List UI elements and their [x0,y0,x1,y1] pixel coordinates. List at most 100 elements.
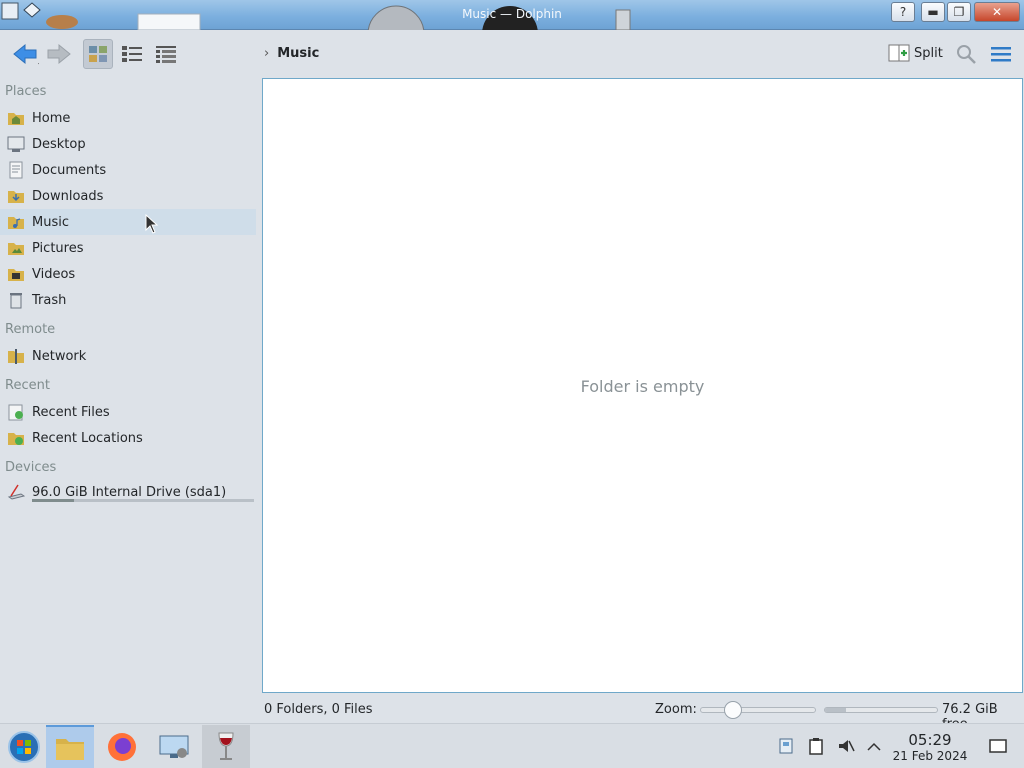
zoom-label: Zoom: [655,702,697,717]
sidebar-item-pictures[interactable]: Pictures [0,235,256,261]
folder-summary: 0 Folders, 0 Files [264,702,373,717]
documents-folder-icon [9,161,23,179]
zoom-slider-handle[interactable] [723,701,742,719]
section-devices: Devices [5,460,57,475]
sidebar-item-label: Pictures [32,240,84,256]
help-button[interactable]: ? [891,2,915,22]
expand-tray-icon [867,742,881,751]
split-view-icon [888,44,910,62]
taskbar: 05:29 21 Feb 2024 [0,723,1024,768]
free-space-fill [825,708,847,712]
close-button[interactable]: ✕ [974,2,1020,22]
details-view-button[interactable] [151,39,181,69]
tray-volume[interactable] [836,736,856,756]
section-places: Places [5,84,47,99]
trash-icon [10,293,22,309]
icons-view-icon [89,46,107,62]
sidebar-item-desktop[interactable]: Desktop [0,131,256,157]
close-icon: ✕ [991,5,1003,19]
sidebar-item-label: Recent Locations [32,430,143,446]
window-title: Music — Dolphin [462,7,562,21]
arrow-right-icon [47,43,71,65]
home-folder-icon [8,113,24,125]
chevron-right-icon: › [264,46,270,61]
split-button[interactable]: Split [888,43,943,63]
breadcrumb-current[interactable]: Music [277,46,319,61]
sidebar-item-label: Network [32,348,87,364]
sidebar-item-home[interactable]: Home [0,105,256,131]
section-remote: Remote [5,322,56,337]
recent-locations-icon [8,433,24,445]
taskbar-system-settings[interactable] [150,725,198,768]
sidebar-item-downloads[interactable]: Downloads [0,183,256,209]
sidebar-item-label: Music [32,214,69,230]
main-menu-button[interactable] [987,39,1015,69]
icons-view-button[interactable] [83,39,113,69]
show-desktop-button[interactable] [988,736,1008,756]
tray-expand[interactable] [864,736,884,756]
compact-view-button[interactable] [117,39,147,69]
sidebar-item-videos[interactable]: Videos [0,261,256,287]
pictures-folder-icon [8,243,24,255]
sidebar-item-label: Documents [32,162,107,178]
sidebar-item-label: 96.0 GiB Internal Drive (sda1) [32,484,227,500]
compact-view-icon [122,46,142,62]
minimize-icon: ▬ [927,5,939,19]
drive-usage-fill [32,499,75,502]
file-view[interactable]: Folder is empty [262,78,1023,693]
music-folder-icon [8,217,24,229]
windows-start-icon [8,730,40,763]
network-folder-icon [8,349,24,364]
empty-folder-message: Folder is empty [580,377,705,396]
sidebar-item-documents[interactable]: Documents [0,157,256,183]
status-bar: 0 Folders, 0 Files Zoom: 76.2 GiB free [0,696,1024,732]
volume-muted-icon [839,740,855,752]
toolbar: › Music Split [0,31,1024,78]
wine-glass-icon [218,732,234,760]
sidebar-item-label: Trash [32,292,67,308]
clock-time[interactable]: 05:29 [890,731,970,749]
arrow-left-icon [13,43,39,65]
file-manager-icon [56,738,84,760]
minimize-button[interactable]: ▬ [921,2,945,22]
window-titlebar[interactable]: Music — Dolphin ? ▬ ❐ ✕ [0,0,1024,30]
sidebar-item-label: Recent Files [32,404,110,420]
mouse-cursor-icon [145,214,159,234]
network-icon [779,738,793,754]
recent-files-icon [8,404,23,421]
taskbar-dolphin[interactable] [46,725,94,768]
breadcrumb[interactable]: › Music [264,46,319,61]
details-view-icon [156,46,176,63]
monitor-settings-icon [159,735,189,758]
free-space-bar [824,707,938,713]
sidebar-item-label: Downloads [32,188,104,204]
tray-clipboard[interactable] [806,736,826,756]
sidebar-item-recent-locations[interactable]: Recent Locations [0,425,256,451]
places-panel: Places Home Desktop Documents Downloads … [0,78,258,723]
sidebar-item-music[interactable]: Music [0,209,256,235]
sidebar-item-label: Videos [32,266,76,282]
maximize-button[interactable]: ❐ [947,2,971,22]
start-menu-button[interactable] [0,725,48,768]
search-button[interactable] [953,39,979,69]
sidebar-item-label: Home [32,110,71,126]
zoom-slider[interactable] [700,701,816,719]
back-button[interactable] [8,39,42,69]
tray-network[interactable] [776,736,796,756]
firefox-icon [108,732,136,761]
clipboard-icon [809,738,823,755]
forward-button[interactable] [44,39,74,69]
sidebar-item-label: Desktop [32,136,86,152]
clock-date[interactable]: 21 Feb 2024 [890,749,970,763]
section-recent: Recent [5,378,50,393]
videos-folder-icon [8,269,24,281]
hard-drive-icon [7,484,25,500]
downloads-folder-icon [8,191,24,203]
sidebar-item-network[interactable]: Network [0,343,256,369]
sidebar-item-trash[interactable]: Trash [0,287,256,313]
taskbar-wine[interactable] [202,725,250,768]
sidebar-item-recent-files[interactable]: Recent Files [0,399,256,425]
split-label: Split [914,45,943,61]
drive-usage-bar [32,499,254,502]
taskbar-firefox[interactable] [98,725,146,768]
